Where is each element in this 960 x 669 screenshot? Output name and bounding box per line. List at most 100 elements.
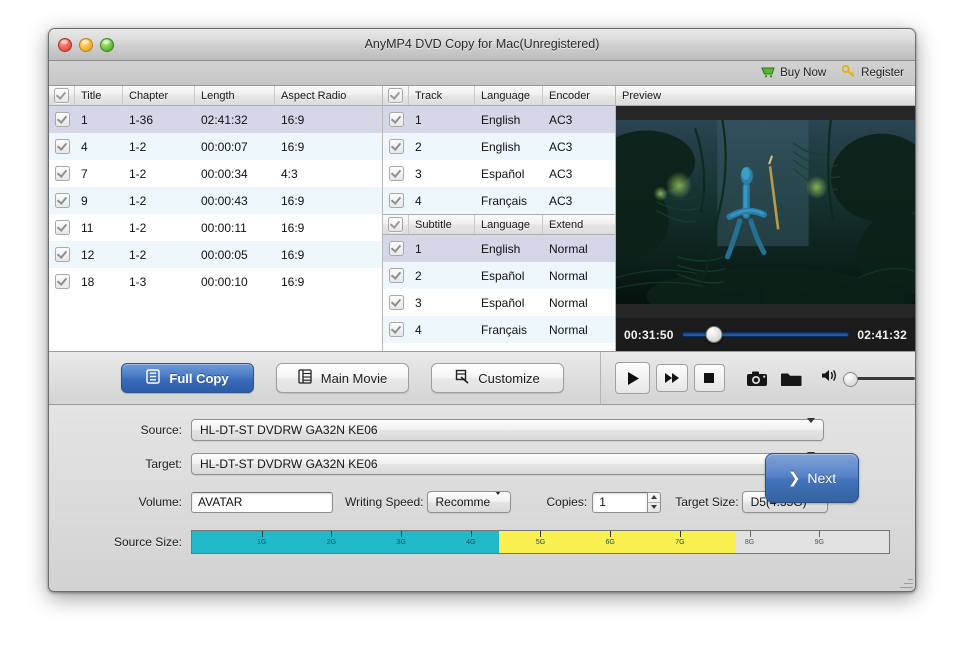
row-checkbox[interactable] <box>49 220 75 235</box>
titles-header-chapter[interactable]: Chapter <box>123 86 195 105</box>
track-select-all-header[interactable] <box>383 86 409 105</box>
stepper-up[interactable] <box>648 493 660 502</box>
size-tick <box>401 531 402 537</box>
full-copy-button[interactable]: Full Copy <box>121 363 254 393</box>
checkbox-icon[interactable] <box>55 220 70 235</box>
table-row[interactable]: 121-200:00:0516:9 <box>49 241 382 268</box>
table-row[interactable]: 41-200:00:0716:9 <box>49 133 382 160</box>
row-checkbox[interactable] <box>383 112 409 127</box>
source-size-label: Source Size: <box>49 535 191 549</box>
checkbox-icon[interactable] <box>389 322 404 337</box>
table-row[interactable]: 2EnglishAC3 <box>383 133 615 160</box>
source-value: HL-DT-ST DVDRW GA32N KE06 <box>200 423 378 437</box>
volume-input[interactable]: AVATAR <box>191 492 333 513</box>
main-movie-button[interactable]: Main Movie <box>276 363 409 393</box>
checkbox-icon[interactable] <box>389 241 404 256</box>
fast-forward-button[interactable] <box>656 364 687 392</box>
table-row[interactable]: 1EnglishNormal <box>383 235 615 262</box>
checkbox-icon[interactable] <box>55 112 70 127</box>
titles-header-length[interactable]: Length <box>195 86 275 105</box>
table-row[interactable]: 4FrançaisNormal <box>383 316 615 343</box>
stop-button[interactable] <box>694 364 725 392</box>
table-row[interactable]: 1EnglishAC3 <box>383 106 615 133</box>
volume-slider[interactable] <box>843 377 915 380</box>
table-row[interactable]: 4FrançaisAC3 <box>383 187 615 214</box>
copies-stepper[interactable] <box>647 492 661 513</box>
titles-list[interactable]: 11-3602:41:3216:941-200:00:0716:971-200:… <box>49 106 382 351</box>
checkbox-icon[interactable] <box>55 166 70 181</box>
checkbox-icon[interactable] <box>389 166 404 181</box>
row-checkbox[interactable] <box>49 247 75 262</box>
table-row[interactable]: 91-200:00:4316:9 <box>49 187 382 214</box>
snapshot-button[interactable] <box>743 370 771 387</box>
volume-value: AVATAR <box>198 495 242 509</box>
table-row[interactable]: 181-300:00:1016:9 <box>49 268 382 295</box>
checkbox-icon[interactable] <box>55 274 70 289</box>
track-header-track[interactable]: Track <box>409 86 475 105</box>
checkbox-icon[interactable] <box>389 268 404 283</box>
row-checkbox[interactable] <box>383 193 409 208</box>
customize-button[interactable]: Customize <box>431 363 564 393</box>
target-select[interactable]: HL-DT-ST DVDRW GA32N KE06 <box>191 453 824 475</box>
checkbox-icon[interactable] <box>55 193 70 208</box>
buy-now-button[interactable]: Buy Now <box>761 66 826 81</box>
size-segment: 5G6G7G <box>499 531 736 553</box>
next-button[interactable]: ❯ Next <box>765 453 859 503</box>
track-header-language[interactable]: Language <box>475 86 543 105</box>
chevron-down-icon <box>807 423 815 437</box>
titles-select-all-header[interactable] <box>49 86 75 105</box>
copies-input[interactable]: 1 <box>592 492 648 513</box>
subtitle-header-extend[interactable]: Extend <box>543 215 615 234</box>
row-checkbox[interactable] <box>383 166 409 181</box>
cell-aspect: 16:9 <box>275 194 382 208</box>
table-row[interactable]: 71-200:00:344:3 <box>49 160 382 187</box>
checkbox-icon[interactable] <box>389 112 404 127</box>
titles-header-aspect[interactable]: Aspect Radio <box>275 86 382 105</box>
table-row[interactable]: 3EspañolNormal <box>383 289 615 316</box>
checkbox-icon[interactable] <box>388 217 403 232</box>
subtitle-list[interactable]: 1EnglishNormal2EspañolNormal3EspañolNorm… <box>383 235 615 343</box>
cell-language: English <box>475 140 543 154</box>
video-player[interactable]: 00:31:50 02:41:32 <box>616 106 915 351</box>
checkbox-icon[interactable] <box>389 193 404 208</box>
subtitle-header-subtitle[interactable]: Subtitle <box>409 215 475 234</box>
volume-handle[interactable] <box>843 372 858 387</box>
titles-header-title[interactable]: Title <box>75 86 123 105</box>
subtitle-select-all-header[interactable] <box>383 215 409 234</box>
row-checkbox[interactable] <box>49 166 75 181</box>
table-row[interactable]: 3EspañolAC3 <box>383 160 615 187</box>
writing-speed-select[interactable]: Recomme <box>427 491 511 513</box>
size-tick-label: 2G <box>327 539 336 546</box>
row-checkbox[interactable] <box>49 274 75 289</box>
seek-handle[interactable] <box>705 326 722 343</box>
table-row[interactable]: 2EspañolNormal <box>383 262 615 289</box>
register-button[interactable]: Register <box>842 65 904 81</box>
table-row[interactable]: 111-200:00:1116:9 <box>49 214 382 241</box>
subtitle-header-language[interactable]: Language <box>475 215 543 234</box>
play-button[interactable] <box>615 362 650 394</box>
track-header-encoder[interactable]: Encoder <box>543 86 615 105</box>
row-checkbox[interactable] <box>383 268 409 283</box>
checkbox-icon[interactable] <box>55 247 70 262</box>
table-row[interactable]: 11-3602:41:3216:9 <box>49 106 382 133</box>
row-checkbox[interactable] <box>383 295 409 310</box>
checkbox-icon[interactable] <box>389 139 404 154</box>
row-checkbox[interactable] <box>49 193 75 208</box>
source-select[interactable]: HL-DT-ST DVDRW GA32N KE06 <box>191 419 824 441</box>
seek-slider[interactable] <box>682 328 850 342</box>
copies-label: Copies: <box>547 495 593 509</box>
checkbox-icon[interactable] <box>388 88 403 103</box>
checkbox-icon[interactable] <box>54 88 69 103</box>
row-checkbox[interactable] <box>383 241 409 256</box>
row-checkbox[interactable] <box>49 139 75 154</box>
checkbox-icon[interactable] <box>55 139 70 154</box>
stepper-down[interactable] <box>648 503 660 512</box>
row-checkbox[interactable] <box>383 322 409 337</box>
open-folder-button[interactable] <box>777 370 805 387</box>
resize-grip[interactable] <box>898 574 913 589</box>
volume-control[interactable] <box>821 368 915 388</box>
row-checkbox[interactable] <box>383 139 409 154</box>
track-list[interactable]: 1EnglishAC32EnglishAC33EspañolAC34França… <box>383 106 615 214</box>
checkbox-icon[interactable] <box>389 295 404 310</box>
row-checkbox[interactable] <box>49 112 75 127</box>
